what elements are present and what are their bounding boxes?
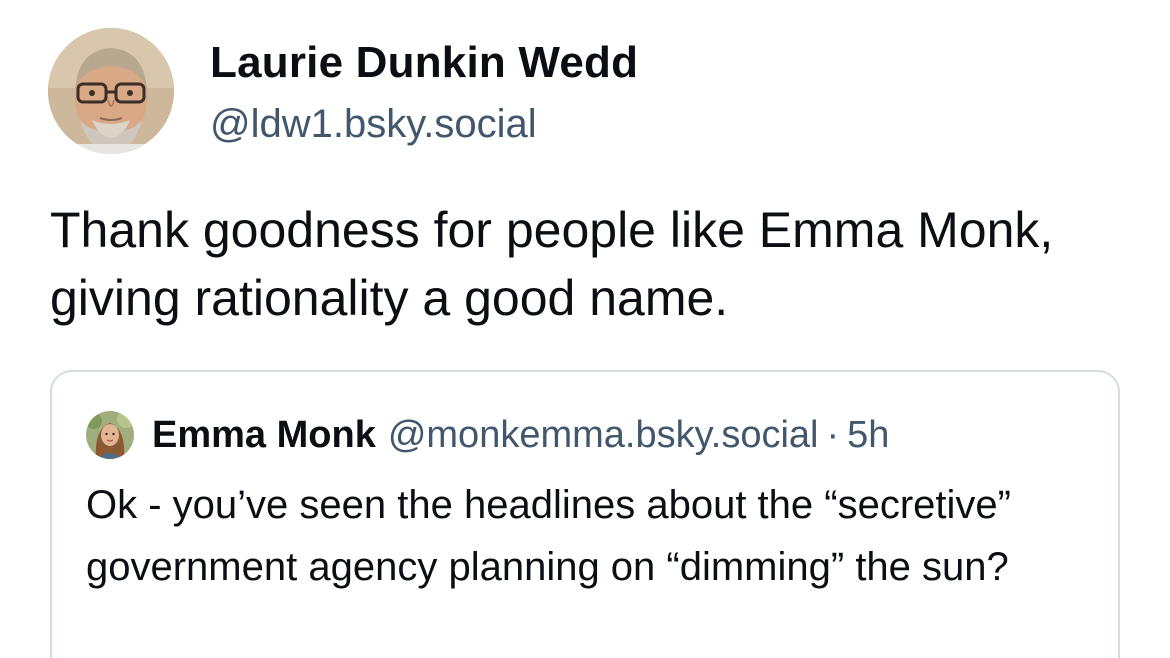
quote-author-avatar[interactable] [86,411,134,459]
woman-portrait-icon [86,411,134,459]
post: Laurie Dunkin Wedd @ldw1.bsky.social Tha… [0,0,1170,658]
quote-text: Ok - you’ve seen the headlines about the… [86,483,1011,589]
author-avatar[interactable] [48,28,174,154]
meta-separator: · [826,413,840,456]
quote-timestamp[interactable]: 5h [847,414,889,457]
quote-author-name[interactable]: Emma Monk [152,414,376,457]
quote-post-card[interactable]: Emma Monk @monkemma.bsky.social · 5h Ok … [50,370,1120,658]
author-handle[interactable]: @ldw1.bsky.social [210,102,537,147]
post-text: Thank goodness for people like Emma Monk… [50,202,1054,326]
quote-header: Emma Monk @monkemma.bsky.social · 5h [86,410,889,460]
author-name[interactable]: Laurie Dunkin Wedd [210,38,638,88]
man-portrait-icon [48,28,174,154]
quote-author-handle[interactable]: @monkemma.bsky.social [388,414,819,457]
